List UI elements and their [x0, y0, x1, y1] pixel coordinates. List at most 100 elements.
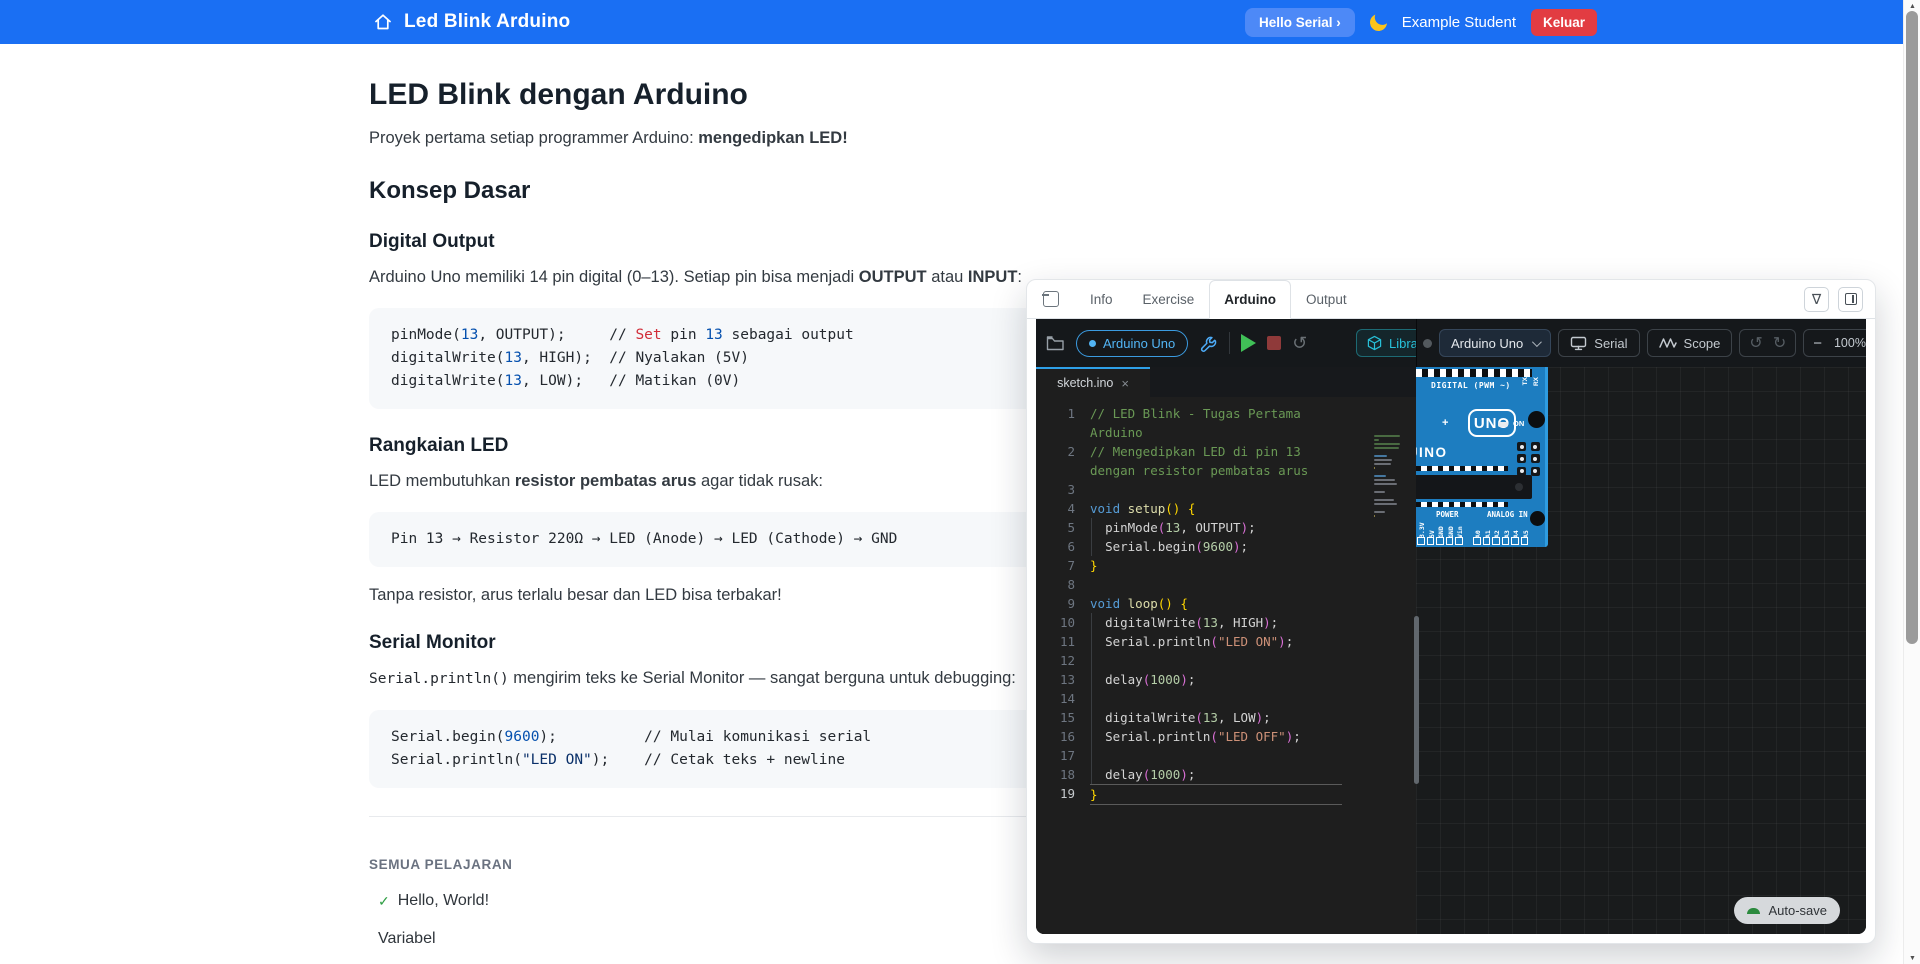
board-select[interactable]: Arduino Uno: [1439, 329, 1551, 357]
run-button[interactable]: [1241, 334, 1256, 352]
editor-tab-sketch[interactable]: sketch.ino ×: [1036, 367, 1150, 397]
section-konsep-dasar: Konsep Dasar: [369, 177, 1379, 205]
undo-icon[interactable]: ↺: [1749, 333, 1762, 353]
line-number: 17: [1046, 746, 1090, 765]
line-code: digitalWrite(13, HIGH);: [1090, 613, 1342, 632]
wrench-icon[interactable]: [1199, 334, 1218, 353]
pin-label: A1: [1484, 518, 1492, 538]
tx-label: TX: [1522, 377, 1529, 385]
socket-row: [1416, 500, 1511, 509]
simulator-canvas[interactable]: DIGITAL (PWM ~) TX RX ∞ + UNO ARDUINO ON…: [1416, 367, 1866, 934]
pin-label: A4: [1512, 518, 1520, 538]
ide-toolbar: Arduino Uno ↺ Librar Arduino Uno Ser: [1036, 319, 1866, 367]
line-number: 14: [1046, 689, 1090, 708]
line-code: delay(1000);: [1090, 765, 1342, 784]
redo-icon[interactable]: ↻: [1773, 333, 1786, 353]
arduino-uno-board[interactable]: DIGITAL (PWM ~) TX RX ∞ + UNO ARDUINO ON…: [1416, 367, 1548, 547]
editor-tabstrip: sketch.ino ×: [1036, 367, 1416, 397]
analog-pin-sockets: [1473, 537, 1528, 545]
close-icon[interactable]: ×: [1121, 376, 1129, 391]
panel-layout-icon[interactable]: [1043, 291, 1059, 307]
line-code: [1090, 746, 1342, 765]
pin-label: GND: [1447, 518, 1455, 538]
mounting-hole: [1528, 411, 1545, 428]
libraries-button[interactable]: Librar: [1356, 329, 1416, 357]
line-number: 19: [1046, 784, 1090, 805]
line-code: pinMode(13, OUTPUT);: [1090, 518, 1342, 537]
panel-tab[interactable]: Info: [1075, 280, 1128, 319]
editor-line: 5 pinMode(13, OUTPUT);: [1046, 518, 1416, 537]
scope-button[interactable]: Scope: [1647, 329, 1733, 357]
editor-line: 14: [1046, 689, 1416, 708]
icsp-header: [1517, 442, 1541, 476]
waveform-icon: [1659, 337, 1677, 349]
section-digital-output: Digital Output: [369, 231, 1379, 253]
ide-panel: InfoExerciseArduinoOutput ∇ Arduino Uno …: [1026, 279, 1876, 944]
line-code: // Mengedipkan LED di pin 13 dengan resi…: [1090, 442, 1342, 480]
chevron-down-icon: [1532, 337, 1542, 347]
dock-right-button[interactable]: [1838, 287, 1863, 312]
line-number: 7: [1046, 556, 1090, 575]
page-scrollbar[interactable]: ▲ ▼: [1903, 0, 1920, 964]
uno-label: UNO: [1468, 409, 1516, 437]
home-icon[interactable]: [373, 12, 393, 32]
line-number: 12: [1046, 651, 1090, 670]
minimap[interactable]: [1374, 435, 1404, 517]
logout-button[interactable]: Keluar: [1531, 9, 1597, 36]
line-code: [1090, 651, 1342, 670]
pin-label: 5V: [1428, 518, 1436, 538]
editor-line: 15 digitalWrite(13, LOW);: [1046, 708, 1416, 727]
panel-tab[interactable]: Arduino: [1209, 280, 1291, 319]
folder-icon[interactable]: [1046, 335, 1065, 352]
line-code: Serial.println("LED OFF");: [1090, 727, 1342, 746]
editor-line: 16 Serial.println("LED OFF");: [1046, 727, 1416, 746]
cloud-icon: [1747, 908, 1760, 914]
toolbar-divider: [1229, 332, 1230, 354]
scroll-down-arrow[interactable]: ▼: [1904, 952, 1920, 964]
check-icon: ✓: [378, 893, 390, 910]
line-code: // LED Blink - Tugas Pertama Arduino: [1090, 404, 1342, 442]
restart-icon[interactable]: ↺: [1292, 334, 1307, 352]
doc-title: LED Blink dengan Arduino: [369, 76, 1379, 114]
editor-line: 2 // Mengedipkan LED di pin 13 dengan re…: [1046, 442, 1416, 480]
line-number: 8: [1046, 575, 1090, 594]
ide-window: Arduino Uno ↺ Librar Arduino Uno Ser: [1036, 319, 1866, 934]
line-number: 5: [1046, 518, 1090, 537]
page-title: Led Blink Arduino: [404, 11, 570, 33]
line-number: 6: [1046, 537, 1090, 556]
zoom-controls: − 100% +: [1803, 329, 1866, 357]
monitor-icon: [1570, 336, 1587, 351]
editor-line: 3: [1046, 480, 1416, 499]
editor-line: 18 delay(1000);: [1046, 765, 1416, 784]
line-code: Serial.println("LED ON");: [1090, 632, 1342, 651]
pin-label: A5: [1522, 518, 1530, 538]
line-number: 16: [1046, 727, 1090, 746]
panel-tab[interactable]: Exercise: [1128, 280, 1210, 319]
inline-code: Serial.println(): [369, 671, 509, 687]
scrollbar-thumb[interactable]: [1906, 11, 1918, 644]
line-code: [1090, 480, 1342, 499]
theme-toggle-moon-icon[interactable]: [1368, 12, 1389, 33]
line-code: Serial.begin(9600);: [1090, 537, 1342, 556]
app-header: Led Blink Arduino Hello Serial › Example…: [0, 0, 1920, 44]
stop-button[interactable]: [1267, 336, 1281, 350]
logo-plus: +: [1442, 417, 1448, 429]
cube-icon: [1367, 335, 1382, 351]
history-group: ↺ ↻: [1739, 329, 1796, 357]
serial-button[interactable]: Serial: [1558, 329, 1639, 357]
line-number: 2: [1046, 442, 1090, 480]
line-code: delay(1000);: [1090, 670, 1342, 689]
editor-code-area[interactable]: 1 // LED Blink - Tugas Pertama Arduino 2…: [1036, 397, 1416, 934]
filter-icon-button[interactable]: ∇: [1804, 287, 1829, 312]
lesson-label: Variabel: [378, 930, 436, 948]
analog-pin-labels: A0A1A2A3A4A5: [1474, 518, 1529, 538]
next-lesson-button[interactable]: Hello Serial ›: [1245, 8, 1355, 37]
panel-tab[interactable]: Output: [1291, 280, 1362, 319]
mounting-hole: [1530, 511, 1545, 526]
arduino-brand-label: ARDUINO: [1416, 445, 1448, 460]
zoom-out-button[interactable]: −: [1813, 335, 1822, 352]
on-led: [1498, 422, 1508, 427]
pane-resize-handle[interactable]: [1414, 616, 1419, 784]
pin-label: A2: [1493, 518, 1501, 538]
device-pill[interactable]: Arduino Uno: [1076, 330, 1188, 357]
